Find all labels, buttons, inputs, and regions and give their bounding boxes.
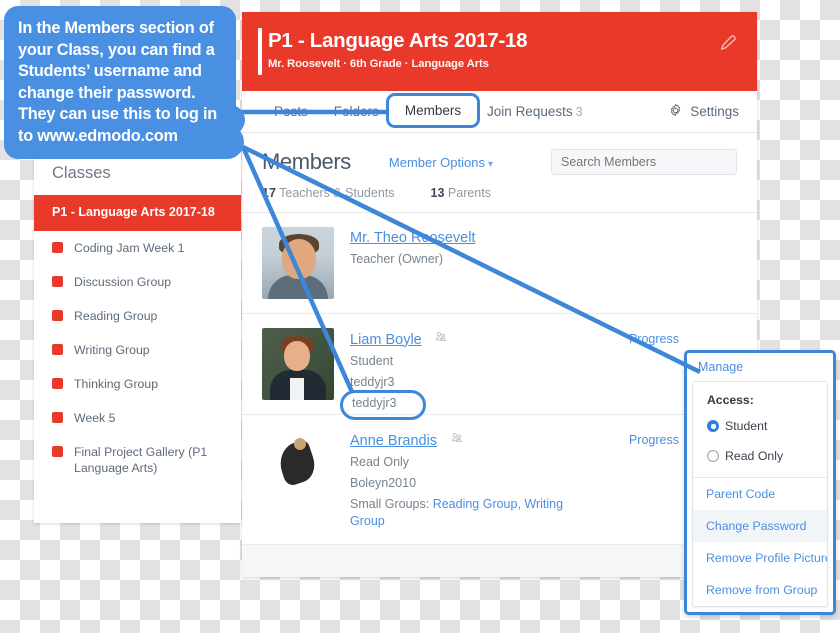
members-toolbar: Members Member Options▾ 17 Teachers & St… [242,133,757,213]
instruction-callout: In the Members section of your Class, yo… [4,6,236,159]
classes-sidebar: Classes P1 - Language Arts 2017-18 Codin… [34,148,241,523]
page-title: Members [262,149,351,174]
count-teachers-students-label: Teachers & Students [279,186,395,200]
sidebar-item-group[interactable]: Writing Group [34,333,241,367]
members-tab-highlight[interactable]: Members [386,93,480,128]
access-label: Access: [707,393,754,407]
avatar [262,429,334,501]
menu-item-remove-profile-picture[interactable]: Remove Profile Picture [693,542,827,574]
table-row[interactable]: Mr. Theo Roosevelt Teacher (Owner) [242,213,757,314]
member-small-groups: Small Groups: Reading Group, Writing Gro… [350,496,600,530]
member-options-dropdown[interactable]: Member Options ▾ [389,155,493,170]
progress-link[interactable]: Progress [629,433,679,447]
tab-join-requests[interactable]: Join Requests 3 [487,104,583,119]
manage-popover: Manage Access: Student Read Only Parent … [684,350,836,615]
class-title: P1 - Language Arts 2017-18 [268,29,528,52]
table-row[interactable]: Anne Brandis Read Only Boleyn2010 Small … [242,415,757,545]
tab-folders[interactable]: Folders [334,104,379,119]
radio-icon-selected[interactable] [707,420,719,432]
class-tabs: Posts Folders Members Join Requests3 Set… [242,91,757,133]
small-groups-label: Small Groups: [350,497,430,511]
parent-icon[interactable] [450,431,464,450]
sidebar-item-group[interactable]: Week 5 [34,401,241,435]
sidebar-item-label: Week 5 [74,411,116,425]
sidebar-group-list: Coding Jam Week 1 Discussion Group Readi… [34,231,241,485]
radio-icon[interactable] [707,450,719,462]
banner-accent-bar [258,28,262,75]
sidebar-item-label: Reading Group [74,309,158,323]
group-color-swatch [52,310,63,321]
sidebar-item-active-class[interactable]: P1 - Language Arts 2017-18 [34,195,241,231]
manage-menu: Access: Student Read Only Parent Code Ch… [692,381,828,607]
group-color-swatch [52,344,63,355]
sidebar-item-label: Coding Jam Week 1 [74,241,185,255]
sidebar-item-group[interactable]: Coding Jam Week 1 [34,231,241,265]
callout-text: In the Members section of your Class, yo… [18,19,218,145]
radio-option-read-only[interactable]: Read Only [693,441,827,471]
count-parents: 13 Parents [431,186,491,200]
group-color-swatch [52,276,63,287]
member-role: Student [350,354,394,368]
sidebar-item-group[interactable]: Thinking Group [34,367,241,401]
table-row[interactable]: Liam Boyle Student teddyjr3 Progress [242,314,757,415]
count-parents-number: 13 [430,186,445,200]
parent-icon[interactable] [434,330,448,349]
pencil-icon[interactable] [719,34,737,52]
sidebar-item-group[interactable]: Reading Group [34,299,241,333]
tab-join-requests-label: Join Requests [487,104,573,119]
members-panel: Members Member Options▾ 17 Teachers & St… [242,133,757,577]
avatar [262,328,334,400]
sidebar-item-label: Discussion Group [74,275,172,289]
class-banner: P1 - Language Arts 2017-18 Mr. Roosevelt… [242,12,757,91]
tab-posts[interactable]: Posts [274,104,308,119]
count-teachers-students-number: 17 [262,186,276,200]
group-color-swatch [52,412,63,423]
member-name-link[interactable]: Anne Brandis [350,433,437,449]
sidebar-item-label: Writing Group [74,343,150,357]
menu-item-change-password[interactable]: Change Password [693,510,827,542]
search-members-input[interactable] [551,149,737,175]
class-subtitle: Mr. Roosevelt · 6th Grade · Language Art… [268,58,489,70]
tab-settings[interactable]: Settings [668,103,739,121]
group-color-swatch [52,242,63,253]
group-color-swatch [52,446,63,457]
member-options-label: Member Options [388,154,485,170]
radio-label: Student [725,419,768,433]
member-role: Read Only [350,455,410,469]
tab-members-label: Members [404,103,462,118]
member-username: Boleyn2010 [350,476,417,490]
progress-link[interactable]: Progress [629,332,679,346]
member-name-link[interactable]: Mr. Theo Roosevelt [350,230,475,246]
avatar [262,227,334,299]
radio-option-student[interactable]: Student [693,411,827,441]
member-counts: 17 Teachers & Students 13 Parents [262,186,737,200]
member-role: Teacher (Owner) [350,252,444,266]
tab-settings-label: Settings [690,104,739,119]
menu-item-parent-code[interactable]: Parent Code [693,478,827,510]
manage-link[interactable]: Manage [687,353,833,381]
count-parents-label: Parents [447,186,491,200]
class-window: P1 - Language Arts 2017-18 Mr. Roosevelt… [242,12,757,577]
sidebar-item-group[interactable]: Discussion Group [34,265,241,299]
chevron-down-icon: ▾ [487,158,494,170]
join-requests-count: 3 [575,105,583,119]
menu-item-remove-from-group[interactable]: Remove from Group [693,574,827,606]
group-color-swatch [52,378,63,389]
member-username: teddyjr3 [350,375,395,389]
sidebar-item-group[interactable]: Final Project Gallery (P1 Language Arts) [34,435,241,485]
sidebar-item-label: Final Project Gallery (P1 Language Arts) [74,445,208,475]
count-teachers-students: 17 Teachers & Students [262,186,395,200]
radio-label: Read Only [725,449,784,463]
highlighted-username: teddyjr3 [352,396,397,410]
sidebar-item-label: Thinking Group [74,377,159,391]
gear-icon [668,103,683,121]
member-name-link[interactable]: Liam Boyle [350,332,422,348]
